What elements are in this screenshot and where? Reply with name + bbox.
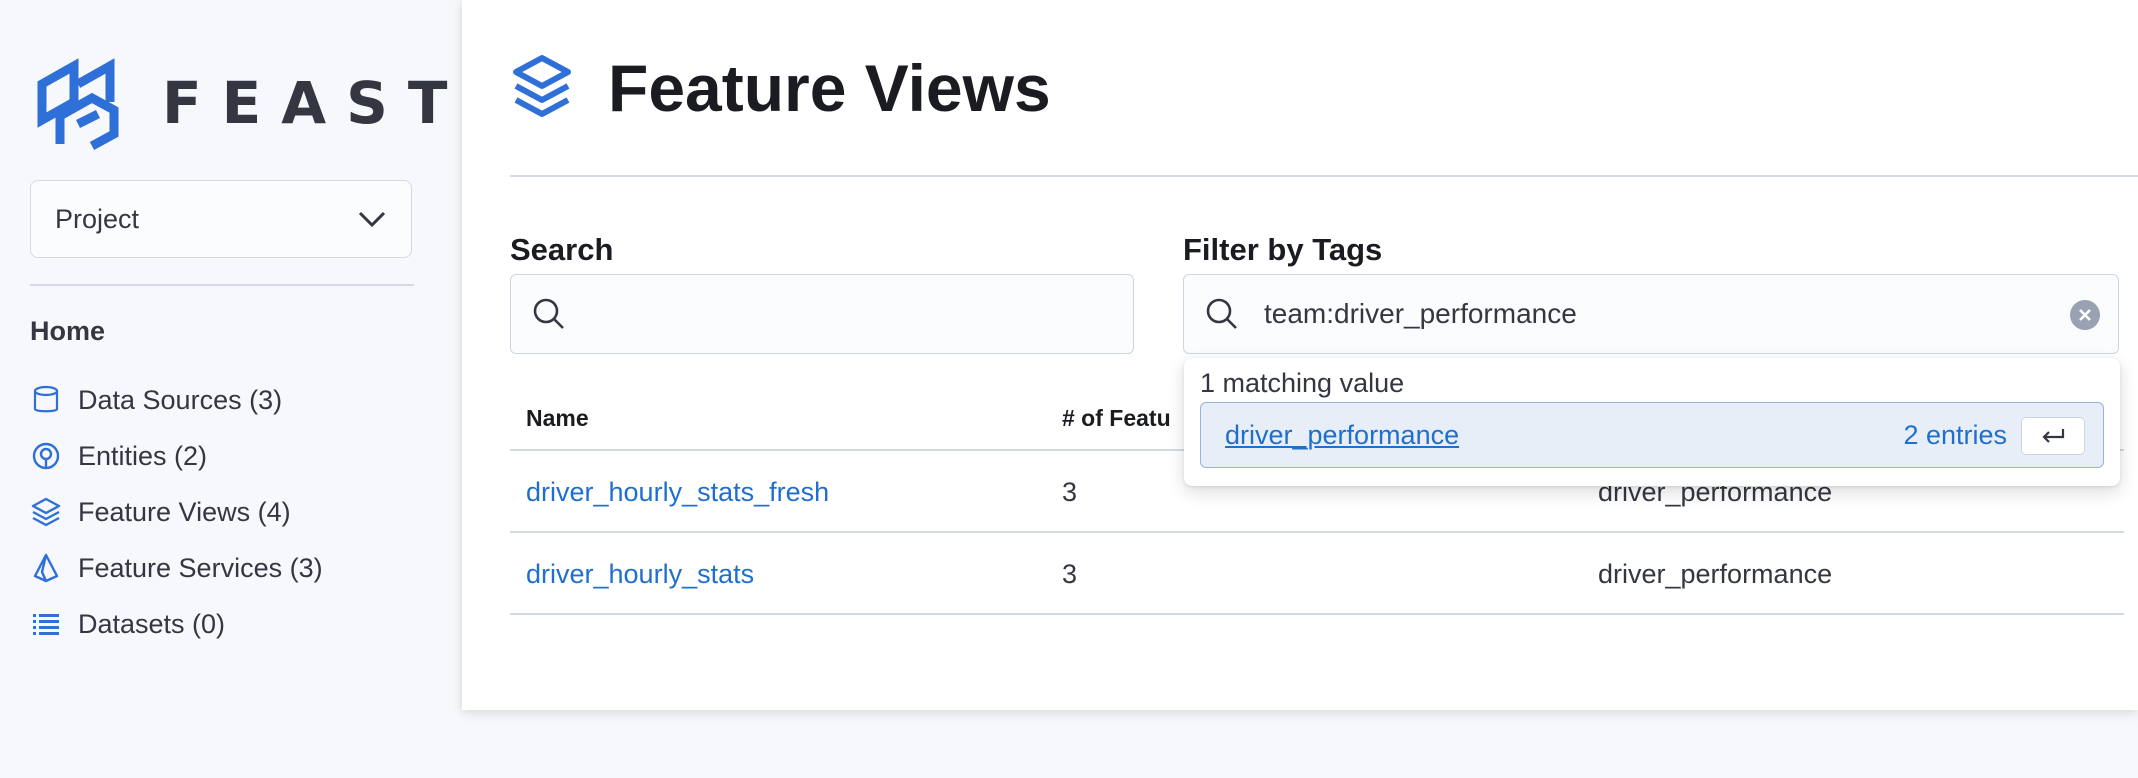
suggestion-entries: 2 entries xyxy=(1903,420,2007,450)
sidebar: FEAST Project Home Data Sources (3) Enti… xyxy=(0,0,462,778)
sidebar-item-label: Entities (2) xyxy=(78,440,208,471)
database-icon xyxy=(33,385,59,413)
service-icon xyxy=(33,553,59,583)
column-header-name[interactable]: Name xyxy=(526,405,589,432)
search-label: Search xyxy=(510,232,614,267)
suggestion-option[interactable]: driver_performance 2 entries xyxy=(1200,402,2104,468)
tag-value: driver_performance xyxy=(1598,559,1833,589)
header-divider xyxy=(510,175,2138,177)
return-icon xyxy=(2042,429,2065,443)
feature-count: 3 xyxy=(1062,477,1078,507)
tag-filter-label: Filter by Tags xyxy=(1183,232,1383,267)
app-name: FEAST xyxy=(162,69,468,137)
app-logo[interactable]: FEAST xyxy=(34,54,467,152)
layers-icon xyxy=(513,55,571,117)
layers-icon xyxy=(31,497,61,527)
search-icon xyxy=(533,298,564,329)
search-icon xyxy=(1206,298,1237,329)
enter-key-hint xyxy=(2021,417,2085,455)
suggestion-label[interactable]: driver_performance xyxy=(1225,420,1459,451)
sidebar-home-link[interactable]: Home xyxy=(30,316,105,347)
feast-logo-icon xyxy=(37,58,119,150)
table-row: driver_hourly_stats 3 driver_performance xyxy=(510,533,2124,615)
matching-count: 1 matching value xyxy=(1200,368,1405,398)
sidebar-item-label: Datasets (0) xyxy=(78,608,226,639)
sidebar-item-label: Feature Services (3) xyxy=(78,552,323,583)
tag-filter-value: team:driver_performance xyxy=(1264,298,1577,329)
page-title: Feature Views xyxy=(608,51,1051,125)
sidebar-item-label: Data Sources (3) xyxy=(78,384,283,415)
sidebar-item-feature-services[interactable]: Feature Services (3) xyxy=(30,540,323,596)
search-input[interactable] xyxy=(510,274,1134,354)
tag-suggestions-popover: 1 matching value driver_performance 2 en… xyxy=(1184,358,2120,486)
feature-count: 3 xyxy=(1062,559,1078,589)
sidebar-nav: Data Sources (3) Entities (2) Feature Vi… xyxy=(30,372,323,652)
list-icon xyxy=(33,614,59,635)
chevron-down-icon xyxy=(358,211,386,228)
column-header-features[interactable]: # of Featu xyxy=(1062,405,1171,432)
project-select[interactable]: Project xyxy=(30,180,412,258)
close-icon xyxy=(2079,309,2091,321)
project-select-label: Project xyxy=(55,203,140,234)
page-header: Feature Views xyxy=(510,50,1051,126)
sidebar-item-feature-views[interactable]: Feature Views (4) xyxy=(30,484,323,540)
feature-view-link[interactable]: driver_hourly_stats_fresh xyxy=(526,477,829,508)
sidebar-item-entities[interactable]: Entities (2) xyxy=(30,428,323,484)
main-panel: Feature Views Search Filter by Tags team… xyxy=(462,0,2138,710)
sidebar-item-label: Feature Views (4) xyxy=(78,496,291,527)
sidebar-item-datasets[interactable]: Datasets (0) xyxy=(30,596,323,652)
feature-view-link[interactable]: driver_hourly_stats xyxy=(526,559,754,590)
sidebar-item-data-sources[interactable]: Data Sources (3) xyxy=(30,372,323,428)
sidebar-divider xyxy=(30,284,414,286)
tag-filter-input[interactable]: team:driver_performance xyxy=(1183,274,2119,354)
clear-filter-button[interactable] xyxy=(2070,300,2100,330)
target-icon xyxy=(32,442,60,470)
